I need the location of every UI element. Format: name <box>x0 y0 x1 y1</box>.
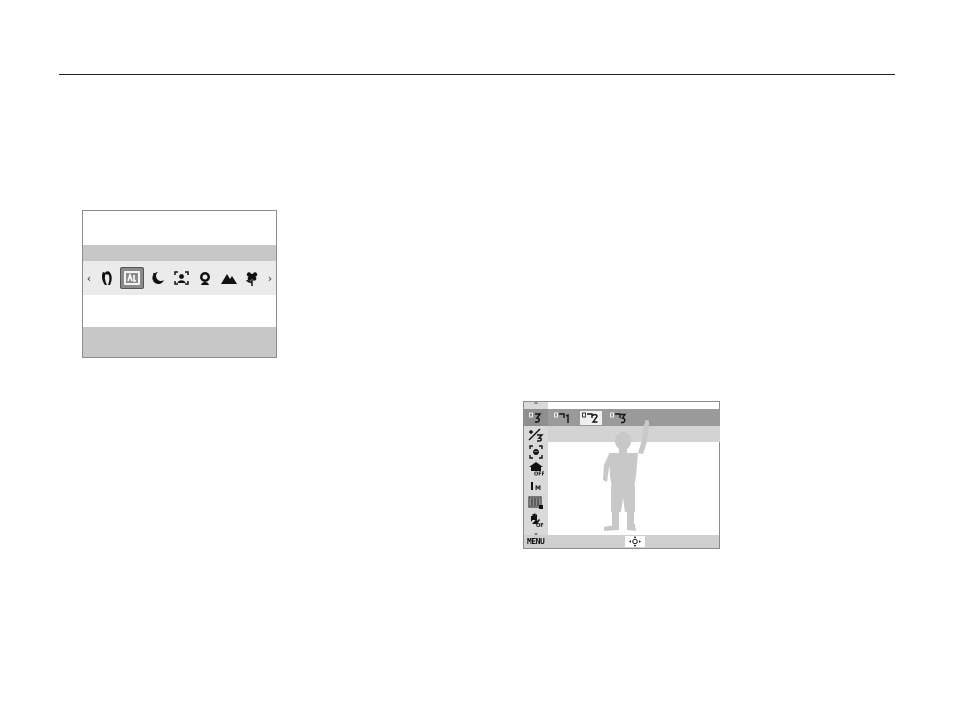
quality-icon[interactable] <box>524 494 548 511</box>
scene-mode-strip: ‹ › <box>83 261 276 295</box>
scene-top-band <box>83 245 276 261</box>
bottom-bar: MENU <box>524 535 719 548</box>
resolution-icon[interactable]: M <box>524 477 548 494</box>
night-icon[interactable] <box>148 268 168 288</box>
children-icon[interactable] <box>195 268 215 288</box>
photo-style-screen: ⌃ OFF M OFF ⌄ <box>523 401 720 549</box>
four-way-arrow-icon[interactable] <box>625 536 645 547</box>
scene-bottom-band <box>83 327 276 357</box>
svg-text:OFF: OFF <box>536 523 544 527</box>
header-rule <box>59 74 895 75</box>
scene-mode-screen: ‹ › <box>82 210 277 358</box>
silhouette-figure <box>603 420 649 531</box>
frame-guide-icon[interactable] <box>120 267 145 289</box>
menu-button[interactable]: MENU <box>527 536 545 547</box>
svg-text:OFF: OFF <box>534 472 544 477</box>
flash-off-icon[interactable]: OFF <box>524 460 548 477</box>
face-detection-icon[interactable] <box>524 443 548 460</box>
scroll-left-arrow[interactable]: ‹ <box>83 273 95 284</box>
scroll-right-arrow[interactable]: › <box>264 273 276 284</box>
menu-sidebar: ⌃ OFF M OFF ⌄ <box>524 402 548 548</box>
beauty-shot-icon[interactable] <box>97 268 117 288</box>
custom-1-icon[interactable] <box>552 411 574 425</box>
close-up-icon[interactable] <box>242 268 262 288</box>
ois-off-icon[interactable]: OFF <box>524 511 548 528</box>
landscape-icon[interactable] <box>219 268 239 288</box>
svg-text:M: M <box>535 485 541 492</box>
portrait-icon[interactable] <box>171 268 191 288</box>
exposure-compensation-icon[interactable] <box>524 426 548 443</box>
custom-color-icon[interactable] <box>524 409 548 426</box>
